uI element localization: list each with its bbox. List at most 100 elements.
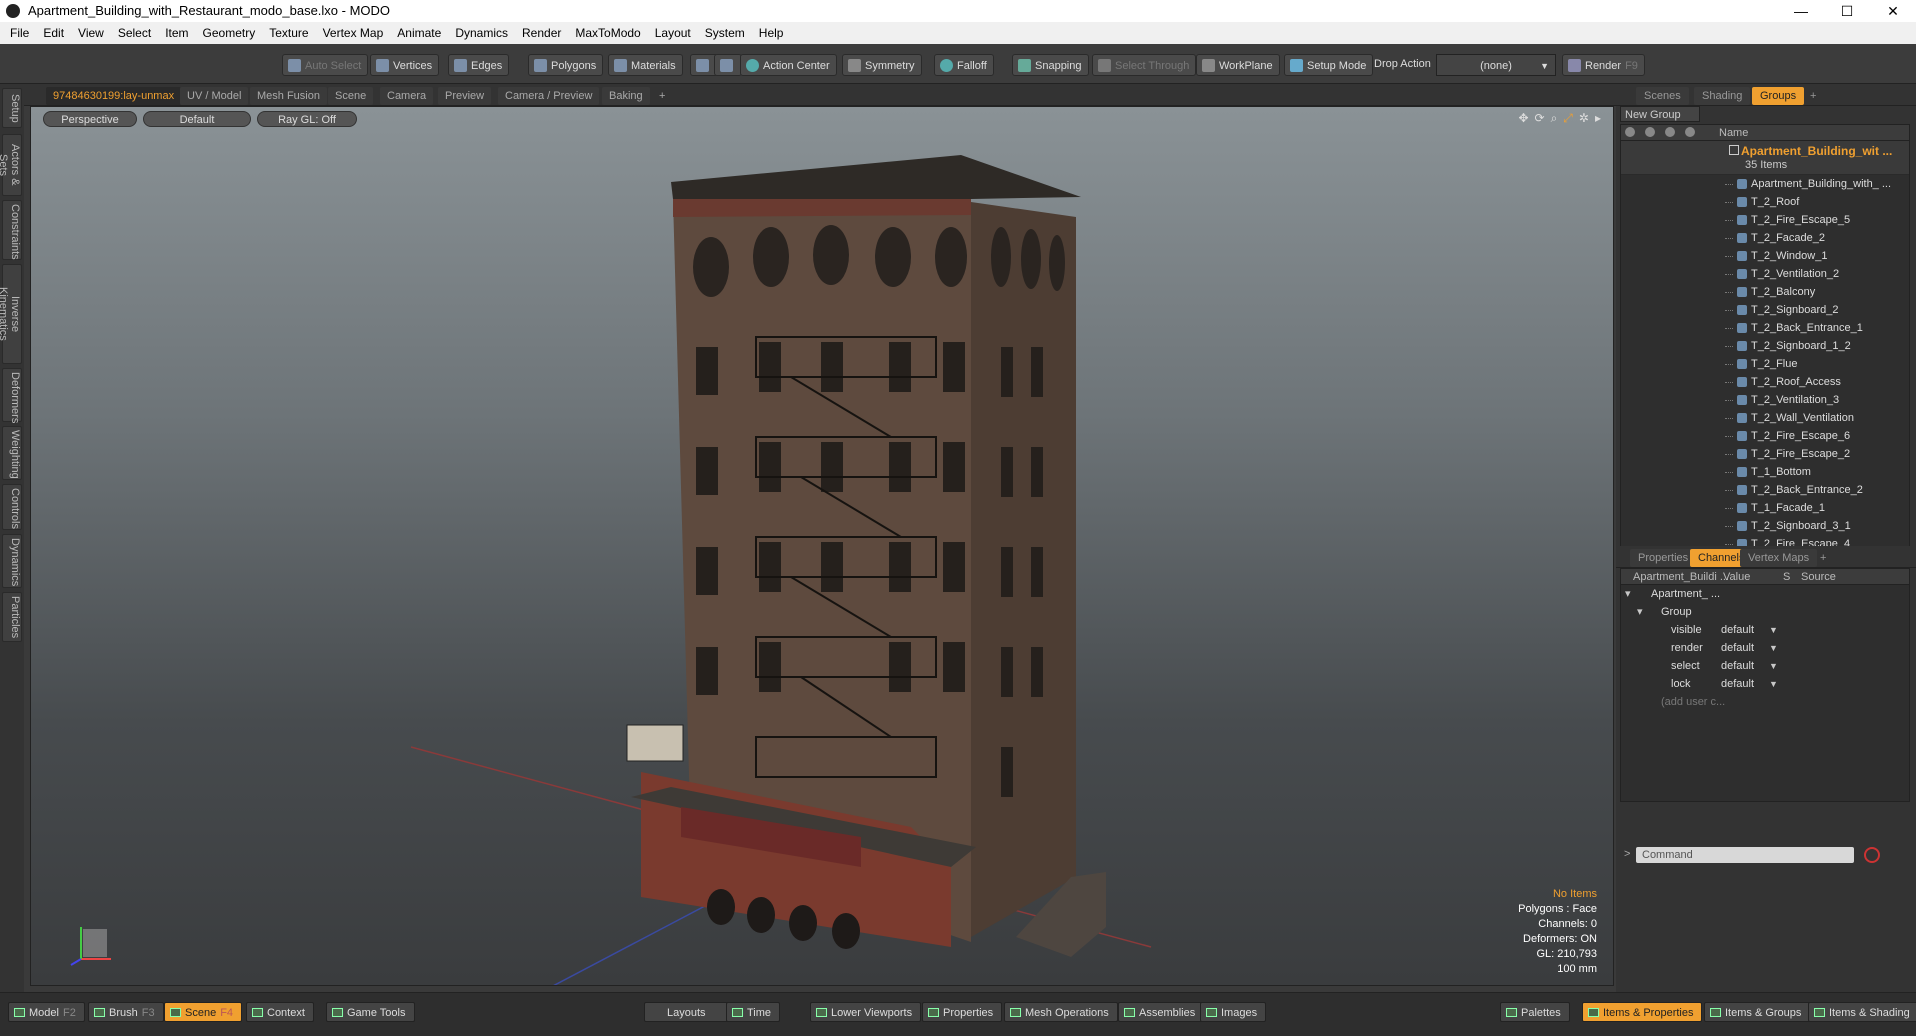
render-toggle-icon[interactable] bbox=[1645, 127, 1655, 137]
auto-select-button[interactable]: Auto Select bbox=[282, 54, 369, 76]
close-button[interactable]: ✕ bbox=[1870, 0, 1916, 22]
tab-camera-preview[interactable]: Camera / Preview bbox=[498, 87, 600, 105]
lock-icon[interactable] bbox=[1665, 127, 1675, 137]
command-input[interactable]: Command bbox=[1636, 847, 1854, 863]
channel-value[interactable]: default bbox=[1721, 675, 1754, 693]
vertices-button[interactable]: Vertices bbox=[370, 54, 440, 76]
mesh-operations-button[interactable]: Mesh Operations bbox=[1004, 1002, 1118, 1022]
menu-animate[interactable]: Animate bbox=[390, 22, 448, 44]
group-item-row[interactable]: Apartment_Building_with_ ... bbox=[1621, 175, 1909, 193]
group-item-row[interactable]: T_2_Roof_Access bbox=[1621, 373, 1909, 391]
tab-vertex-maps[interactable]: Vertex Maps bbox=[1740, 549, 1818, 567]
items-properties-button[interactable]: Items & Properties bbox=[1582, 1002, 1703, 1022]
lower-viewports-button[interactable]: Lower Viewports bbox=[810, 1002, 922, 1022]
falloff-button[interactable]: Falloff bbox=[934, 54, 994, 76]
workplane-button[interactable]: WorkPlane bbox=[1196, 54, 1280, 76]
3d-viewport[interactable]: Perspective Default Ray GL: Off ✥ ⟳ ⌕ ⤢ ✲ ▸ bbox=[30, 106, 1614, 986]
group-item-row[interactable]: T_2_Back_Entrance_2 bbox=[1621, 481, 1909, 499]
chevron-down-icon[interactable]: ▼ bbox=[1769, 639, 1778, 657]
tab-scene[interactable]: Scene bbox=[328, 87, 374, 105]
tab-preview[interactable]: Preview bbox=[438, 87, 492, 105]
menu-help[interactable]: Help bbox=[752, 22, 791, 44]
record-macro-icon[interactable] bbox=[1864, 847, 1880, 863]
tab-properties[interactable]: Properties bbox=[1630, 549, 1697, 567]
channel-row[interactable]: select default ▼ bbox=[1621, 657, 1909, 675]
tab-groups[interactable]: Groups bbox=[1752, 87, 1805, 105]
expand-icon[interactable]: ▾ bbox=[1625, 585, 1631, 603]
images-button[interactable]: Images bbox=[1200, 1002, 1267, 1022]
select-by-material-button[interactable] bbox=[714, 54, 742, 76]
tab-camera[interactable]: Camera bbox=[380, 87, 434, 105]
maximize-button[interactable]: ☐ bbox=[1824, 0, 1870, 22]
snapping-button[interactable]: Snapping bbox=[1012, 54, 1089, 76]
new-group-button[interactable]: New Group bbox=[1620, 106, 1700, 122]
menu-edit[interactable]: Edit bbox=[36, 22, 71, 44]
group-item-row[interactable]: T_1_Bottom bbox=[1621, 463, 1909, 481]
menu-layout[interactable]: Layout bbox=[648, 22, 698, 44]
tab-layout-unmax[interactable]: 97484630199:lay-unmax bbox=[46, 87, 182, 105]
menu-select[interactable]: Select bbox=[111, 22, 158, 44]
group-item-row[interactable]: T_2_Fire_Escape_6 bbox=[1621, 427, 1909, 445]
channel-value[interactable]: default bbox=[1721, 621, 1754, 639]
menu-system[interactable]: System bbox=[698, 22, 752, 44]
group-item-row[interactable]: T_2_Signboard_3_1 bbox=[1621, 517, 1909, 535]
channel-group-row[interactable]: ▾ Group bbox=[1621, 603, 1909, 621]
group-item-row[interactable]: T_2_Flue bbox=[1621, 355, 1909, 373]
chevron-down-icon[interactable]: ▼ bbox=[1769, 657, 1778, 675]
channel-row[interactable]: visible default ▼ bbox=[1621, 621, 1909, 639]
minimize-button[interactable]: — bbox=[1778, 0, 1824, 22]
menu-file[interactable]: File bbox=[0, 22, 36, 44]
channel-row[interactable]: render default ▼ bbox=[1621, 639, 1909, 657]
palettes-button[interactable]: Palettes bbox=[1500, 1002, 1570, 1022]
select-toggle-icon[interactable] bbox=[1685, 127, 1695, 137]
add-tab-button[interactable]: + bbox=[652, 87, 672, 105]
tab-setup[interactable]: Setup bbox=[2, 88, 22, 128]
assemblies-button[interactable]: Assemblies bbox=[1118, 1002, 1205, 1022]
select-through-button[interactable]: Select Through bbox=[1092, 54, 1197, 76]
drop-action-select[interactable]: (none) ▼ bbox=[1436, 54, 1556, 76]
action-center-button[interactable]: Action Center bbox=[740, 54, 837, 76]
menu-texture[interactable]: Texture bbox=[262, 22, 315, 44]
tab-inverse-kinematics[interactable]: Inverse Kinematics bbox=[0, 264, 22, 364]
tab-constraints[interactable]: Constraints bbox=[2, 200, 22, 260]
edges-button[interactable]: Edges bbox=[448, 54, 510, 76]
channel-row[interactable]: lock default ▼ bbox=[1621, 675, 1909, 693]
model-layout-button[interactable]: Model F2 bbox=[8, 1002, 85, 1022]
setup-mode-button[interactable]: Setup Mode bbox=[1284, 54, 1374, 76]
menu-vertex-map[interactable]: Vertex Map bbox=[316, 22, 391, 44]
add-props-tab-button[interactable]: + bbox=[1812, 549, 1834, 567]
context-layout-button[interactable]: Context bbox=[246, 1002, 314, 1022]
menu-item[interactable]: Item bbox=[158, 22, 195, 44]
time-button[interactable]: Time bbox=[726, 1002, 781, 1022]
group-item-row[interactable]: T_2_Signboard_2 bbox=[1621, 301, 1909, 319]
group-item-row[interactable]: T_2_Fire_Escape_5 bbox=[1621, 211, 1909, 229]
group-item-row[interactable]: T_2_Ventilation_3 bbox=[1621, 391, 1909, 409]
chevron-down-icon[interactable]: ▼ bbox=[1769, 675, 1778, 693]
tab-shading[interactable]: Shading bbox=[1694, 87, 1751, 105]
eye-icon[interactable] bbox=[1625, 127, 1635, 137]
tab-actors-sets[interactable]: Actors & Sets bbox=[0, 134, 22, 196]
group-item-row[interactable]: T_2_Roof bbox=[1621, 193, 1909, 211]
group-item-row[interactable]: T_2_Wall_Ventilation bbox=[1621, 409, 1909, 427]
tab-particles[interactable]: Particles bbox=[2, 592, 22, 642]
tab-mesh-fusion[interactable]: Mesh Fusion bbox=[250, 87, 327, 105]
group-item-row[interactable]: T_2_Balcony bbox=[1621, 283, 1909, 301]
brush-layout-button[interactable]: Brush F3 bbox=[88, 1002, 164, 1022]
menu-geometry[interactable]: Geometry bbox=[196, 22, 263, 44]
group-item-row[interactable]: T_2_Fire_Escape_2 bbox=[1621, 445, 1909, 463]
group-row[interactable]: Apartment_Building_wit ... 35 Items bbox=[1621, 141, 1909, 175]
name-column-header[interactable]: Name bbox=[1719, 127, 1748, 139]
group-item-row[interactable]: T_2_Ventilation_2 bbox=[1621, 265, 1909, 283]
items-groups-button[interactable]: Items & Groups bbox=[1704, 1002, 1811, 1022]
tab-dynamics[interactable]: Dynamics bbox=[2, 534, 22, 588]
add-user-channel-row[interactable]: (add user c... bbox=[1621, 693, 1909, 711]
channel-value[interactable]: default bbox=[1721, 657, 1754, 675]
group-item-row[interactable]: T_2_Signboard_1_2 bbox=[1621, 337, 1909, 355]
game-tools-button[interactable]: Game Tools bbox=[326, 1002, 415, 1022]
tab-scenes[interactable]: Scenes bbox=[1636, 87, 1689, 105]
expand-icon[interactable]: ▾ bbox=[1637, 603, 1643, 621]
channel-root-row[interactable]: ▾ Apartment_ ... bbox=[1621, 585, 1909, 603]
menu-maxtomodo[interactable]: MaxToModo bbox=[568, 22, 647, 44]
group-item-row[interactable]: T_2_Window_1 bbox=[1621, 247, 1909, 265]
render-button[interactable]: Render F9 bbox=[1562, 54, 1645, 76]
